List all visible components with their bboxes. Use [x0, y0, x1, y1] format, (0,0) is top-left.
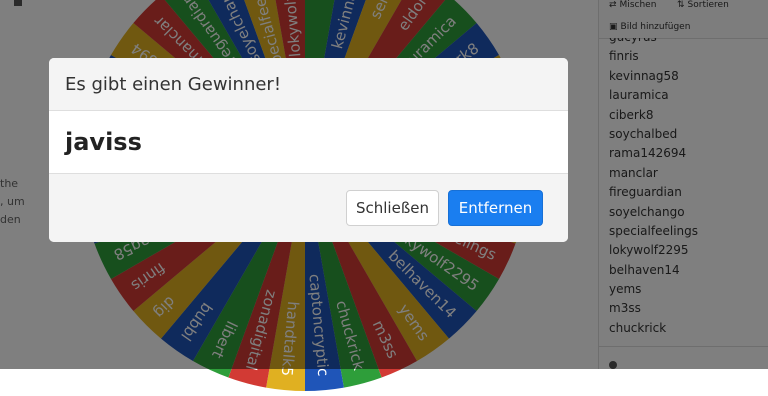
dialog-body: javiss	[49, 111, 568, 173]
remove-button[interactable]: Entfernen	[448, 190, 543, 226]
close-button[interactable]: Schließen	[346, 190, 439, 226]
dialog-header: Es gibt einen Gewinner!	[49, 58, 568, 111]
winner-name: javiss	[65, 128, 142, 156]
dialog-footer: Schließen Entfernen	[49, 173, 568, 242]
winner-dialog: Es gibt einen Gewinner! javiss Schließen…	[49, 58, 568, 242]
dialog-title: Es gibt einen Gewinner!	[65, 73, 282, 95]
